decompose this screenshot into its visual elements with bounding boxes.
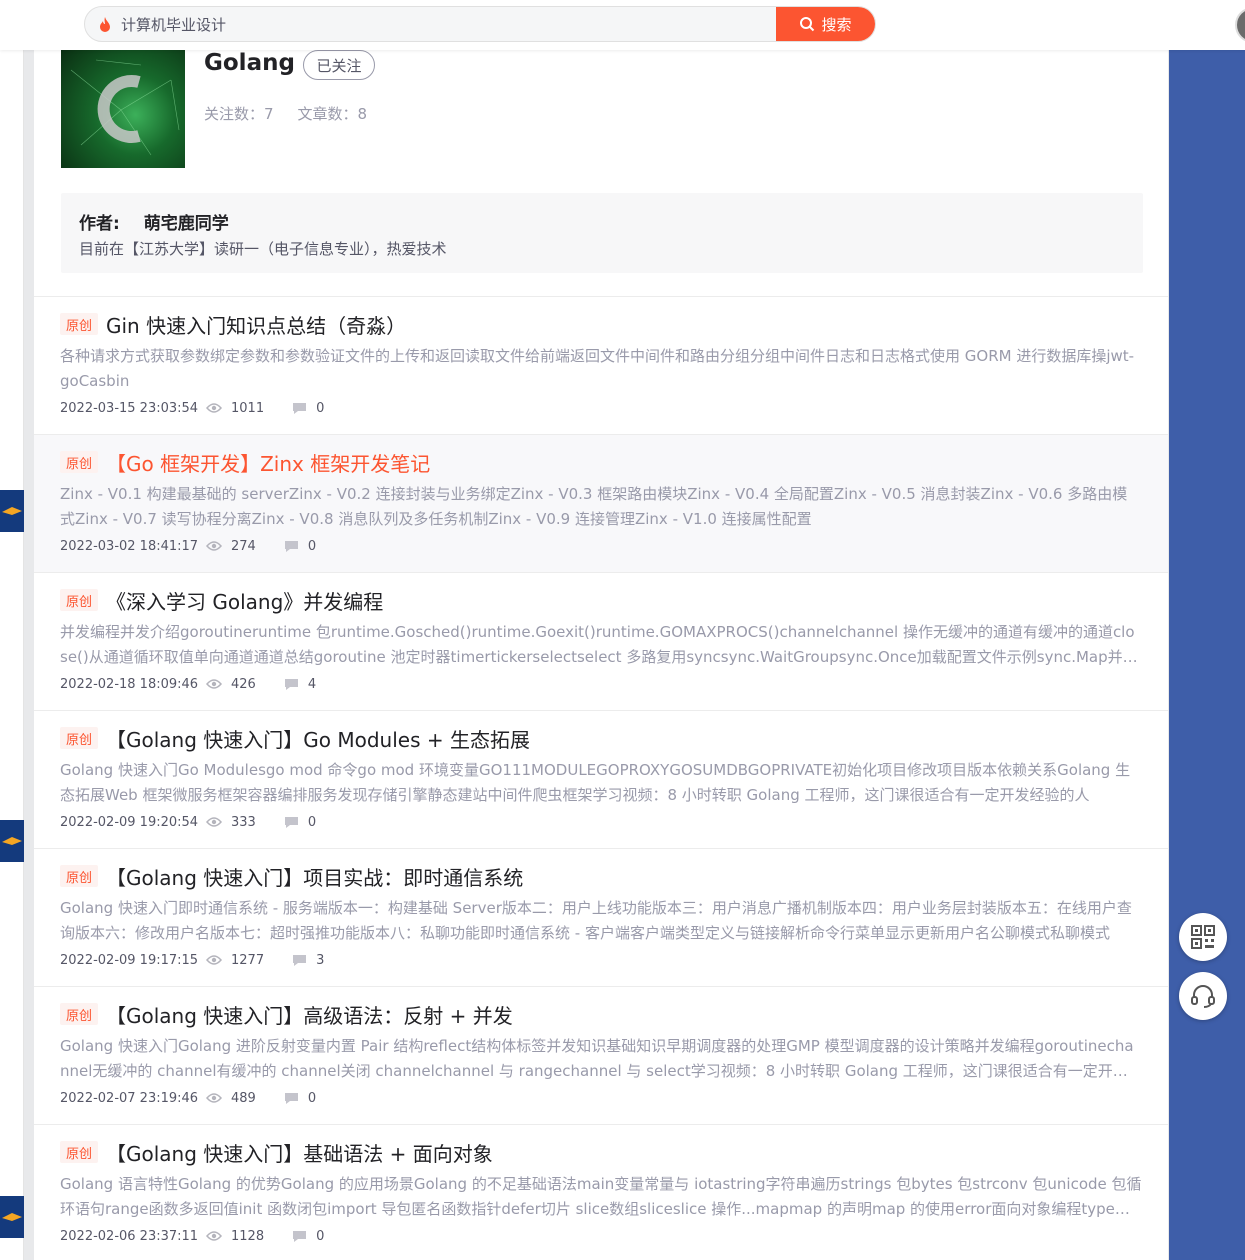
publish-date: 2022-02-09 19:20:54 [60,814,199,830]
main-content: Golang 已关注 关注数：7 文章数：8 作者: 萌宅鹿同学 目前在【江苏大… [34,50,1168,1260]
column-stats: 关注数：7 文章数：8 [204,103,367,124]
left-sidebar-fragment [0,50,24,1260]
articles-count: 文章数：8 [297,105,368,123]
view-count: 1277 [231,952,265,968]
article-meta: 2022-02-07 23:19:46 489 0 [60,1088,1142,1108]
search-input[interactable] [121,7,776,41]
article-title[interactable]: 《深入学习 Golang》并发编程 [106,586,383,615]
article-summary: Golang 语言特性Golang 的优势Golang 的应用场景Golang … [60,1175,1142,1218]
search-icon [800,17,815,32]
eye-icon [206,403,222,413]
user-avatar[interactable] [1235,7,1245,43]
article-title[interactable]: 【Golang 快速入门】基础语法 + 面向对象 [106,1138,493,1167]
publish-date: 2022-03-15 23:03:54 [60,400,199,416]
article-title[interactable]: 【Golang 快速入门】项目实战：即时通信系统 [106,862,523,891]
article-meta: 2022-02-18 18:09:46 426 4 [60,674,1142,694]
article-summary: 并发编程并发介绍goroutineruntime 包runtime.Gosche… [60,623,1138,666]
qrcode-button[interactable] [1179,913,1227,961]
article-item[interactable]: 原创 【Golang 快速入门】基础语法 + 面向对象 Golang 语言特性G… [34,1125,1168,1260]
original-tag: 原创 [60,313,98,335]
article-summary: Golang 快速入门Golang 进阶反射变量内置 Pair 结构reflec… [60,1037,1134,1080]
comment-count: 0 [307,1090,317,1106]
article-meta: 2022-03-02 18:41:17 274 0 [60,536,1142,556]
author-label: 作者: [79,214,120,234]
comment-count: 0 [307,814,317,830]
sidebar-ad-chip[interactable] [0,490,24,532]
publish-date: 2022-02-06 23:37:11 [60,1228,199,1244]
article-title[interactable]: 【Golang 快速入门】高级语法：反射 + 并发 [106,1000,513,1029]
eye-icon [206,955,222,965]
view-count: 274 [231,538,256,554]
publish-date: 2022-03-02 18:41:17 [60,538,199,554]
eye-icon [206,541,222,551]
original-tag: 原创 [60,1003,98,1025]
article-item[interactable]: 原创 【Golang 快速入门】高级语法：反射 + 并发 Golang 快速入门… [34,987,1168,1125]
original-tag: 原创 [60,589,98,611]
comment-count: 0 [307,538,317,554]
view-count: 333 [231,814,256,830]
search-box: 搜索 [84,6,876,42]
article-item[interactable]: 原创 Gin 快速入门知识点总结（奇淼） 各种请求方式获取参数绑定参数和参数验证… [34,297,1168,435]
headset-icon [1191,985,1215,1008]
article-summary: Golang 快速入门即时通信系统 - 服务端版本一：构建基础 Server版本… [60,899,1132,942]
eye-icon [206,1093,222,1103]
search-button[interactable]: 搜索 [776,7,875,41]
article-item[interactable]: 原创 《深入学习 Golang》并发编程 并发编程并发介绍goroutineru… [34,573,1168,711]
comment-count: 0 [316,1228,325,1244]
author-description: 目前在【江苏大学】读研一（电子信息专业），热爱技术 [79,240,447,258]
right-side-band [1169,50,1245,1260]
publish-date: 2022-02-07 23:19:46 [60,1090,199,1106]
publish-date: 2022-02-18 18:09:46 [60,676,199,692]
comment-icon [284,678,298,690]
author-info: 作者: 萌宅鹿同学 目前在【江苏大学】读研一（电子信息专业），热爱技术 [61,193,1143,273]
article-list: 原创 Gin 快速入门知识点总结（奇淼） 各种请求方式获取参数绑定参数和参数验证… [34,297,1168,1260]
top-header: 搜索 [0,0,1245,50]
eye-icon [206,1231,222,1241]
view-count: 426 [231,676,256,692]
view-count: 489 [231,1090,256,1106]
customer-service-button[interactable] [1179,972,1227,1020]
article-meta: 2022-02-09 19:17:15 1277 3 [60,950,1142,970]
author-name[interactable]: 萌宅鹿同学 [144,214,229,234]
comment-icon [284,816,298,828]
followers-count: 关注数：7 [204,105,274,123]
eye-icon [206,679,222,689]
comment-count: 3 [316,952,325,968]
article-item[interactable]: 原创 【Golang 快速入门】Go Modules + 生态拓展 Golang… [34,711,1168,849]
comment-count: 4 [307,676,317,692]
comment-icon [293,954,307,966]
original-tag: 原创 [60,1141,98,1163]
publish-date: 2022-02-09 19:17:15 [60,952,199,968]
sidebar-ad-chip[interactable] [0,820,24,862]
article-title[interactable]: Gin 快速入门知识点总结（奇淼） [106,310,406,339]
original-tag: 原创 [60,727,98,749]
comment-icon [284,540,298,552]
sidebar-ad-chip[interactable] [0,1196,24,1238]
article-summary: Golang 快速入门Go Modulesgo mod 命令go mod 环境变… [60,761,1131,804]
article-meta: 2022-03-15 23:03:54 1011 0 [60,398,1142,418]
fire-icon [99,16,113,32]
column-cover-image [61,50,185,168]
comment-count: 0 [316,400,325,416]
qrcode-icon [1191,925,1215,949]
article-summary: Zinx - V0.1 构建最基础的 serverZinx - V0.2 连接封… [60,485,1128,528]
follow-button[interactable]: 已关注 [303,50,375,80]
search-button-label: 搜索 [821,15,852,34]
original-tag: 原创 [60,451,98,473]
view-count: 1128 [231,1228,265,1244]
article-title[interactable]: 【Go 框架开发】Zinx 框架开发笔记 [106,448,430,477]
comment-icon [284,1092,298,1104]
article-title[interactable]: 【Golang 快速入门】Go Modules + 生态拓展 [106,724,530,753]
article-item[interactable]: 原创 【Golang 快速入门】项目实战：即时通信系统 Golang 快速入门即… [34,849,1168,987]
original-tag: 原创 [60,865,98,887]
view-count: 1011 [231,400,265,416]
comment-icon [293,402,307,414]
article-item[interactable]: 原创 【Go 框架开发】Zinx 框架开发笔记 Zinx - V0.1 构建最基… [34,435,1168,573]
article-summary: 各种请求方式获取参数绑定参数和参数验证文件的上传和返回读取文件给前端返回文件中间… [60,347,1135,390]
column-title: Golang [204,50,295,76]
article-meta: 2022-02-09 19:20:54 333 0 [60,812,1142,832]
eye-icon [206,817,222,827]
comment-icon [293,1230,307,1242]
article-meta: 2022-02-06 23:37:11 1128 0 [60,1226,1142,1246]
